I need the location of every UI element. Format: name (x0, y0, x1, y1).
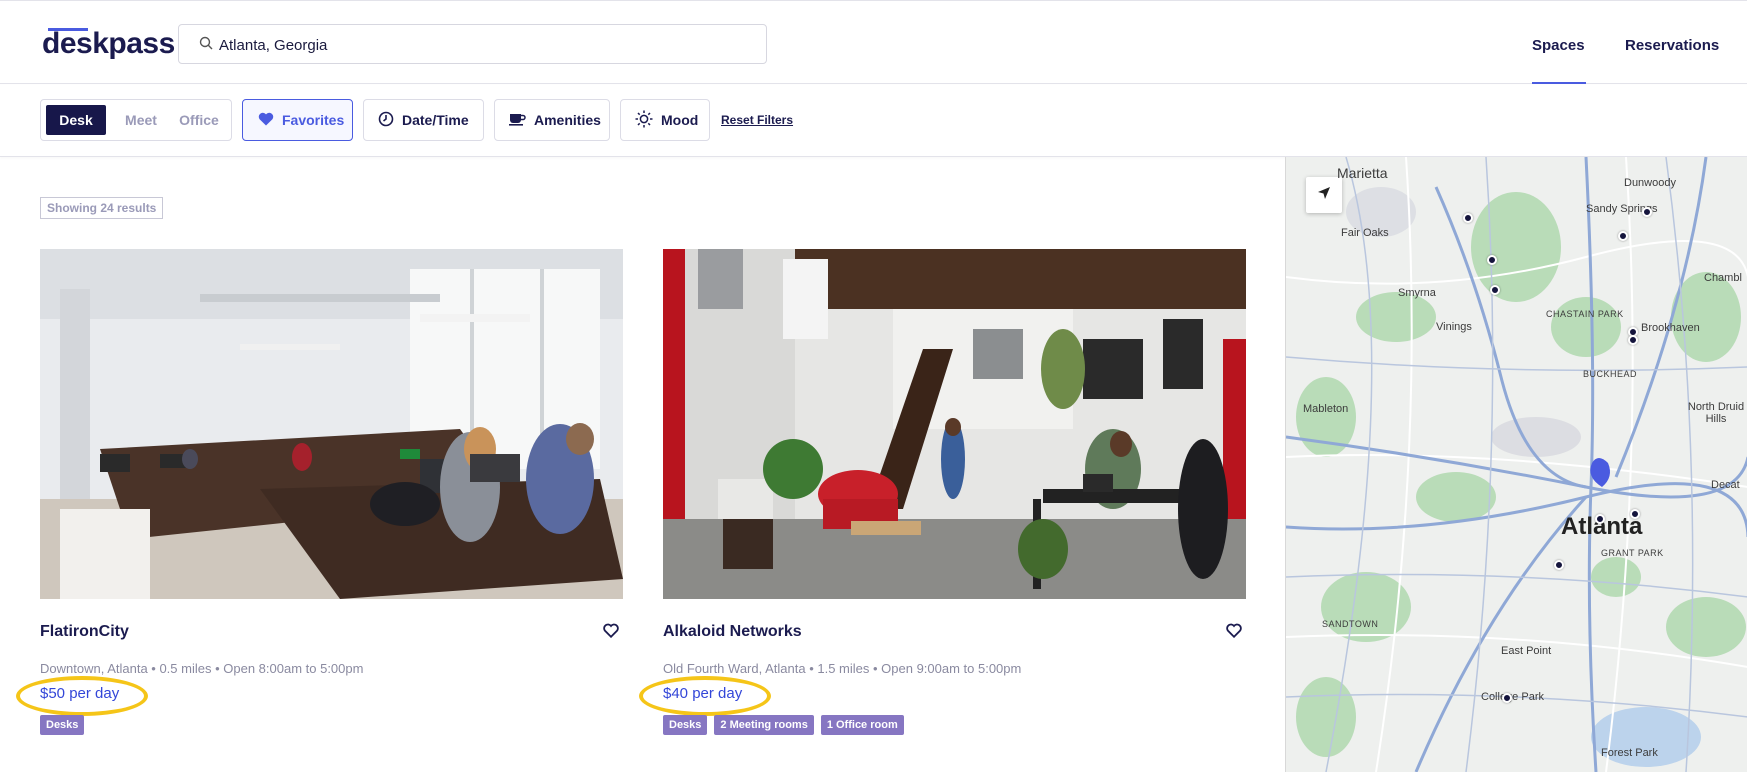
filter-bar: Desk Meet Office Favorites Date/Time Ame… (0, 85, 1747, 157)
map-space-pin[interactable] (1618, 231, 1628, 241)
nav-tab-spaces[interactable]: Spaces (1532, 37, 1585, 54)
active-tab-indicator (1532, 82, 1586, 84)
tag-office-room: 1 Office room (820, 715, 904, 735)
favorite-heart-icon[interactable] (603, 623, 619, 643)
tag-meeting-rooms: 2 Meeting rooms (714, 715, 814, 735)
amenities-button[interactable]: Amenities (494, 99, 610, 141)
mood-label: Mood (661, 112, 699, 128)
favorites-button[interactable]: Favorites (242, 99, 353, 141)
map-label-decatur: Decat (1711, 479, 1740, 491)
heart-filled-icon (258, 112, 274, 129)
map-label-marietta: Marietta (1337, 165, 1388, 181)
navigation-arrow-icon (1317, 186, 1331, 205)
map-label-dunwoody: Dunwoody (1624, 177, 1676, 189)
locate-me-button[interactable] (1306, 177, 1342, 213)
map-space-pin[interactable] (1628, 335, 1638, 345)
space-meta: Old Fourth Ward, Atlanta • 1.5 miles • O… (663, 661, 1022, 676)
map-label-grant-park: GRANT PARK (1601, 548, 1664, 558)
map-label-sandtown: SANDTOWN (1322, 619, 1379, 629)
deskpass-logo[interactable]: deskpass (42, 27, 175, 61)
tag-desks: Desks (40, 715, 85, 735)
map-label-north-druid-hills: North Druid Hills (1687, 401, 1745, 425)
space-meta: Downtown, Atlanta • 0.5 miles • Open 8:0… (40, 661, 364, 676)
map-space-pin[interactable] (1630, 509, 1640, 519)
space-title[interactable]: Alkaloid Networks (663, 623, 802, 641)
space-photo[interactable] (40, 249, 623, 599)
map-label-forest-park: Forest Park (1601, 747, 1658, 759)
sun-icon (635, 110, 653, 131)
map-space-pin[interactable] (1490, 285, 1500, 295)
clock-icon (378, 111, 394, 130)
amenities-label: Amenities (534, 112, 601, 128)
location-search[interactable] (178, 24, 767, 64)
price-highlight-ring (639, 676, 771, 716)
segment-office[interactable]: Office (174, 105, 224, 135)
map-label-mableton: Mableton (1303, 403, 1349, 415)
reset-filters-link[interactable]: Reset Filters (721, 113, 793, 127)
map-label-chamblee: Chambl (1704, 272, 1742, 284)
map-label-smyrna: Smyrna (1398, 287, 1436, 299)
results-map[interactable]: Marietta Dunwoody Sandy Springs Chambl F… (1285, 157, 1747, 772)
location-search-input[interactable] (219, 33, 739, 57)
map-label-brookhaven: Brookhaven (1641, 322, 1700, 334)
top-header: deskpass Spaces Reservations (0, 0, 1747, 84)
date-time-button[interactable]: Date/Time (363, 99, 484, 141)
price-highlight-ring (16, 676, 148, 716)
space-card[interactable]: FlatironCity Downtown, Atlanta • 0.5 mil… (16, 249, 623, 735)
space-tags: Desks 2 Meeting rooms 1 Office room (663, 715, 904, 735)
tag-desks: Desks (663, 715, 708, 735)
map-space-pin[interactable] (1554, 560, 1564, 570)
results-count-badge: Showing 24 results (40, 197, 164, 219)
map-label-vinings: Vinings (1436, 321, 1472, 333)
space-card[interactable]: Alkaloid Networks Old Fourth Ward, Atlan… (639, 249, 1246, 735)
map-label-chastain-park: CHASTAIN PARK (1546, 309, 1624, 319)
mood-button[interactable]: Mood (620, 99, 710, 141)
nav-tab-reservations[interactable]: Reservations (1625, 37, 1719, 54)
favorites-label: Favorites (282, 112, 345, 128)
map-space-pin[interactable] (1487, 255, 1497, 265)
map-space-pin[interactable] (1595, 514, 1605, 524)
map-label-buckhead: BUCKHEAD (1583, 369, 1638, 379)
segment-desk[interactable]: Desk (46, 105, 106, 135)
date-time-label: Date/Time (402, 112, 469, 128)
search-icon (199, 36, 213, 55)
map-label-east-point: East Point (1501, 645, 1552, 657)
favorite-heart-icon[interactable] (1226, 623, 1242, 643)
space-title[interactable]: FlatironCity (40, 623, 129, 641)
map-space-pin[interactable] (1463, 213, 1473, 223)
space-photo[interactable] (663, 249, 1246, 599)
map-label-fair-oaks: Fair Oaks (1341, 227, 1389, 239)
map-space-pin[interactable] (1642, 207, 1652, 217)
space-type-toggle: Desk Meet Office (40, 99, 232, 141)
map-label-college-park: College Park (1481, 691, 1544, 703)
coffee-cup-icon (509, 112, 526, 129)
map-space-pin[interactable] (1502, 693, 1512, 703)
space-tags: Desks (40, 715, 85, 735)
segment-meet[interactable]: Meet (116, 105, 166, 135)
